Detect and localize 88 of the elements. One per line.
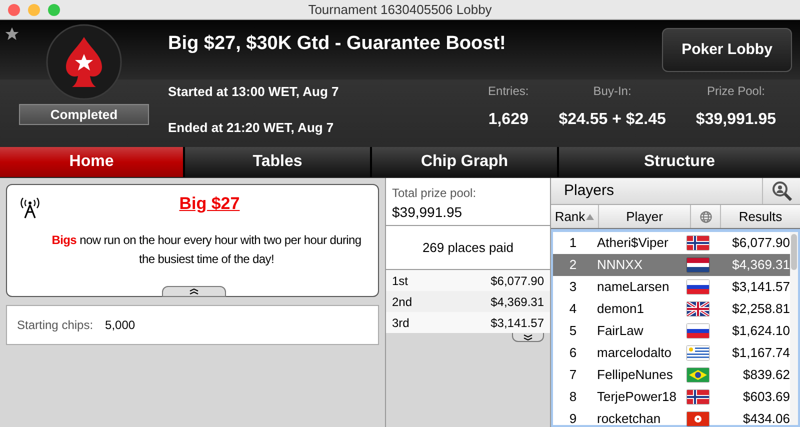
result-cell-text: $4,369.31 [731,256,790,274]
rank-cell-text: 2 [568,256,578,274]
player-row[interactable]: 6 marcelodalto $1,167.74 [553,342,790,364]
tab[interactable]: Structure [559,147,800,177]
player-name: nameLarsen [596,278,670,296]
places-paid: 269 places paid [386,226,550,270]
rank-cell-text: 3 [568,278,578,296]
player-name: marcelodalto [596,344,672,362]
stat-value: $39,991.95 [696,110,776,130]
place-label: 3rd [392,314,410,332]
flag-icon [687,346,709,360]
stat-label: Buy-In: [593,83,632,100]
prize-amount: $3,141.57 [490,314,544,332]
result-cell-text: $839.62 [742,366,790,384]
globe-icon[interactable] [700,210,712,222]
broadcast-icon [20,197,40,219]
flag-icon [687,236,709,250]
result-cell-text: $3,141.57 [731,278,790,296]
end-time: Ended at 21:20 WET, Aug 7 [168,118,335,137]
chevron-up-icon [189,288,199,295]
rank-cell-text: 9 [568,410,578,427]
player-row[interactable]: 1 Atheri$Viper $6,077.90 [553,232,790,254]
tournament-title: Big $27, $30K Gtd - Guarantee Boost! [168,32,506,56]
flag-icon [687,368,709,382]
tab[interactable]: Chip Graph [372,147,557,177]
player-row[interactable]: 2 NNNXX $4,369.31 [553,254,790,276]
result-cell-text: $1,167.74 [731,344,790,362]
search-icon [770,181,792,201]
player-row[interactable]: 8 TerjePower18 $603.69 [553,386,790,408]
result-cell-text: $2,258.81 [731,300,790,318]
scrollbar-thumb[interactable] [791,234,797,270]
rank-cell-text: 4 [568,300,578,318]
status-ribbon: Completed [19,104,149,125]
chevron-down-icon [523,334,533,340]
poker-lobby-button[interactable]: Poker Lobby [662,28,792,72]
place-label: 2nd [392,294,412,310]
news-title[interactable]: Big $27 [179,191,240,216]
flag-icon [687,280,709,294]
total-prize-value: $39,991.95 [392,203,464,222]
player-name: demon1 [596,300,645,318]
expand-button[interactable] [512,333,544,342]
place-label: 1st [392,272,408,290]
star-icon[interactable] [4,26,20,42]
sort-icon [586,214,594,220]
flag-icon [687,390,709,404]
result-cell-text: $603.69 [742,388,790,406]
player-name: Atheri$Viper [596,234,670,252]
prize-amount: $6,077.90 [490,272,544,290]
player-row[interactable]: 5 FairLaw $1,624.10 [553,320,790,342]
info-value: 5,000 [105,317,136,334]
player-row[interactable]: 3 nameLarsen $3,141.57 [553,276,790,298]
close-button[interactable] [8,4,20,16]
player-row[interactable]: 9 rocketchan $434.06 [553,408,790,427]
window-title: Tournament 1630405506 Lobby [308,0,492,19]
total-prize-label: Total prize pool: [392,185,478,202]
player-name: NNNXX [596,256,644,274]
result-cell-text: $1,624.10 [731,322,790,340]
column-header[interactable]: Results [721,205,800,228]
player-row[interactable]: 7 FellipeNunes $839.62 [553,364,790,386]
stat-label: Prize Pool: [706,83,765,100]
rank-cell-text: 5 [568,322,578,340]
column-header[interactable]: Rank [551,205,599,228]
collapse-button[interactable] [162,286,226,297]
player-name: FairLaw [596,322,644,340]
flag-icon [687,324,709,338]
column-header[interactable]: Player [599,205,691,228]
tab[interactable]: Home [0,147,183,177]
stat-value: 1,629 [488,110,528,130]
prize-amount: $4,369.31 [490,294,544,310]
flag-icon [687,302,709,316]
tab[interactable]: Tables [185,147,370,177]
player-name: TerjePower18 [596,388,678,406]
flag-icon [687,258,709,272]
rank-cell-text: 8 [568,388,578,406]
player-row[interactable]: 4 demon1 $2,258.81 [553,298,790,320]
rank-cell-text: 7 [568,366,578,384]
result-cell-text: $6,077.90 [731,234,790,252]
rank-cell-text: 1 [568,234,578,252]
news-body: Bigs now run on the hour every hour with two per hour during the busiest time of the day! [50,232,362,268]
player-name: FellipeNunes [596,366,674,384]
info-label: Starting chips: [17,317,94,334]
rank-cell-text: 6 [568,344,578,362]
players-heading: Players [563,180,616,201]
result-cell-text: $434.06 [742,410,790,427]
player-name: rocketchan [596,410,662,427]
stat-value: $24.55 + $2.45 [558,110,666,130]
start-time: Started at 13:00 WET, Aug 7 [168,83,340,101]
stat-label: Entries: [488,83,529,100]
